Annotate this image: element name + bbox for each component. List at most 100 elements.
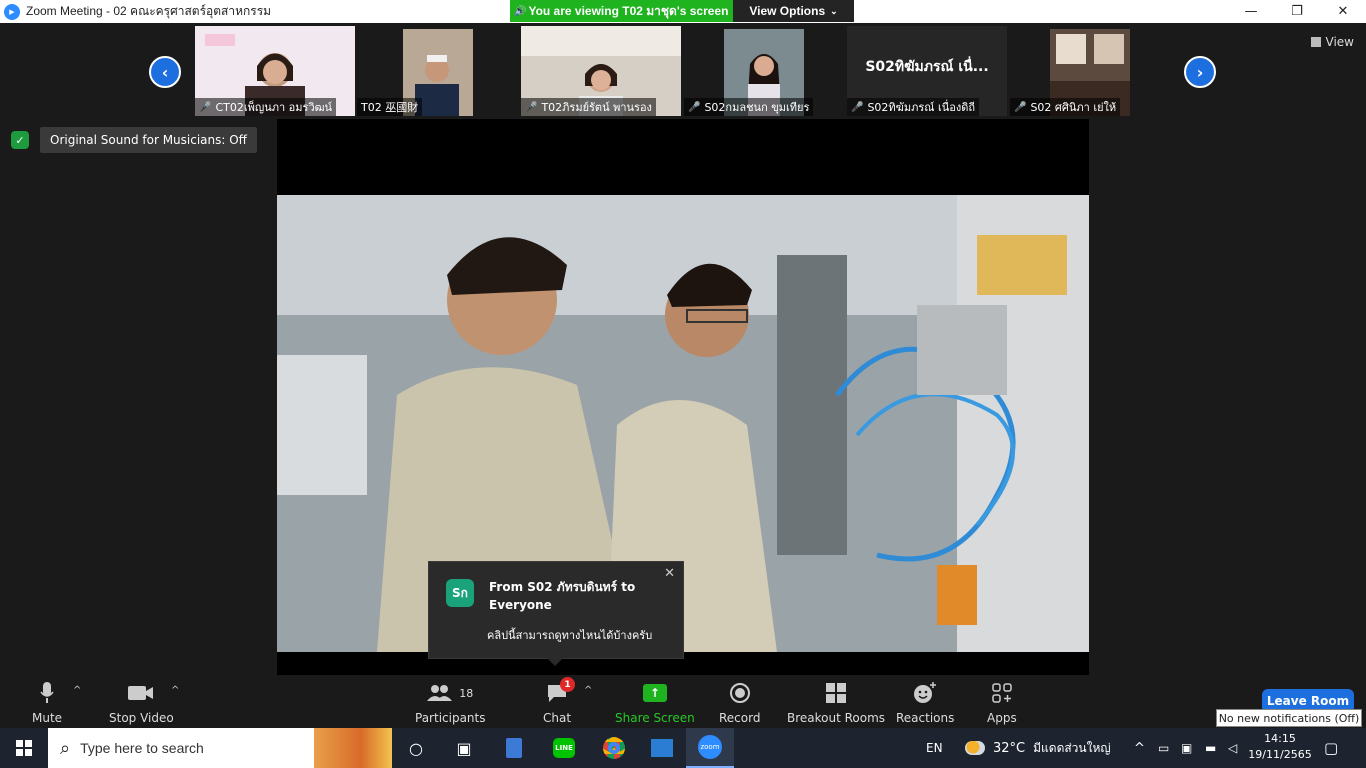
- chevron-up-icon[interactable]: ^: [1134, 728, 1145, 768]
- tile-label: 🎤 S02 ศศินิภา เย่ให้: [1010, 98, 1121, 116]
- search-placeholder: Type here to search: [80, 740, 204, 756]
- chevron-left-icon: ‹: [161, 62, 169, 82]
- timeline-icon[interactable]: ▣: [440, 728, 488, 768]
- mic-muted-icon: 🎤: [851, 101, 864, 113]
- grid-icon: [1310, 37, 1321, 47]
- minimize-button[interactable]: —: [1228, 0, 1274, 23]
- meet-now-icon[interactable]: ▭: [1158, 728, 1169, 768]
- search-highlight-image: [314, 728, 392, 768]
- shield-check-icon[interactable]: ✓: [11, 131, 29, 149]
- weather-widget[interactable]: 32°C มีแดดส่วนใหญ่: [965, 728, 1111, 768]
- mute-options-caret[interactable]: ^: [73, 685, 81, 696]
- participant-tile[interactable]: 🎤 S02 ศศินิภา เย่ให้: [1010, 26, 1170, 116]
- view-options-label: View Options: [749, 4, 826, 18]
- chat-sender: From S02 ภัทรบดินทร์ to Everyone: [489, 580, 636, 612]
- breakout-rooms-label: Breakout Rooms: [787, 711, 886, 725]
- reactions-button[interactable]: Reactions: [896, 681, 954, 725]
- tile-label: 🎤 S02ทิฆัมภรณ์ เนื่องดิถี: [847, 98, 980, 116]
- search-icon: ⌕: [60, 737, 71, 758]
- taskbar-search-box[interactable]: ⌕ Type here to search: [48, 728, 392, 768]
- breakout-rooms-button[interactable]: Breakout Rooms: [787, 681, 885, 725]
- photos-app-icon[interactable]: [638, 728, 686, 768]
- calculator-app-icon[interactable]: [490, 728, 538, 768]
- volume-icon[interactable]: ◁: [1228, 728, 1237, 768]
- participants-button[interactable]: 18 Participants: [415, 681, 486, 725]
- zoom-app-icon: ▶: [4, 3, 20, 20]
- share-screen-button[interactable]: ↑ Share Screen: [615, 681, 695, 725]
- chat-bubble-icon: 1: [546, 677, 576, 705]
- participant-name: S02 ศศินิภา เย่ให้: [1030, 101, 1117, 114]
- notification-tooltip: No new notifications (Off): [1216, 709, 1362, 727]
- chat-message: คลิปนี้สามารถดูทางไหนได้บ้างครับ: [487, 629, 653, 642]
- view-label: View: [1325, 35, 1354, 49]
- tile-label: T02 巫國財: [357, 98, 423, 116]
- mute-label: Mute: [32, 711, 63, 725]
- tile-label: 🎤 CT02เพ็ญนภา อมรวิฒน์: [195, 98, 337, 116]
- mic-muted-icon: 🎤: [525, 101, 538, 113]
- sun-cloud-icon: [965, 741, 985, 755]
- chevron-down-icon: ⌄: [830, 5, 838, 16]
- record-button[interactable]: Record: [719, 681, 760, 725]
- video-options-caret[interactable]: ^: [171, 685, 179, 696]
- participant-tile[interactable]: S02ทิฆัมภรณ์ เนื่... 🎤 S02ทิฆัมภรณ์ เนื่…: [847, 26, 1007, 116]
- smiley-add-icon: [913, 681, 937, 705]
- close-window-button[interactable]: ✕: [1320, 0, 1366, 23]
- stop-video-label: Stop Video: [109, 711, 174, 725]
- participant-name: S02ทิฆัมภรณ์ เนื่องดิถี: [867, 101, 976, 114]
- microphone-icon: [40, 681, 54, 705]
- participant-big-name: S02ทิฆัมภรณ์ เนื่...: [865, 59, 989, 75]
- filmstrip-next-button[interactable]: ›: [1184, 56, 1216, 88]
- clock-time: 14:15: [1264, 732, 1296, 745]
- record-icon: [729, 681, 751, 705]
- breakout-rooms-icon: [825, 681, 847, 705]
- participant-name: S02กมลชนก ขุมเทียร: [704, 101, 810, 114]
- chat-notification[interactable]: Sก From S02 ภัทรบดินทร์ to Everyone คลิป…: [428, 561, 684, 666]
- input-language[interactable]: EN: [926, 728, 943, 768]
- original-sound-status[interactable]: Original Sound for Musicians: Off: [40, 127, 257, 153]
- viewing-banner-text: You are viewing T02 มาชุด's screen: [528, 3, 729, 18]
- participants-count: 18: [459, 686, 474, 700]
- chevron-right-icon: ›: [1196, 62, 1204, 82]
- share-screen-label: Share Screen: [615, 711, 695, 725]
- weather-temperature: 32°C: [993, 740, 1026, 756]
- participant-name: CT02เพ็ญนภา อมรวิฒน์: [215, 101, 333, 114]
- stop-video-button[interactable]: Stop Video: [109, 681, 174, 725]
- viewing-screen-banner: 🔊 You are viewing T02 มาชุด's screen: [510, 0, 733, 22]
- share-screen-icon: ↑: [642, 681, 667, 705]
- close-icon[interactable]: ✕: [664, 566, 675, 581]
- mute-button[interactable]: Mute: [32, 681, 62, 725]
- apps-button[interactable]: Apps: [987, 681, 1017, 725]
- participant-tile[interactable]: T02 巫國財: [357, 26, 517, 116]
- participant-tile[interactable]: 🎤 T02ภิรมย์รัตน์ พานรอง: [521, 26, 681, 116]
- task-view-icon[interactable]: ○: [392, 728, 440, 768]
- chat-unread-badge: 1: [560, 677, 576, 692]
- participant-name: T02 巫國財: [361, 101, 419, 114]
- chat-button[interactable]: 1 Chat: [543, 677, 576, 725]
- notification-center-icon[interactable]: ▢: [1324, 728, 1338, 768]
- apps-icon: [992, 681, 1012, 705]
- view-options-button[interactable]: View Options ⌄: [733, 0, 854, 22]
- participant-filmstrip: ‹ 🎤 CT02เพ็ญนภา อมรวิฒน์ T02 巫國財 🎤 T02ภิ…: [0, 23, 1366, 119]
- reactions-label: Reactions: [896, 711, 955, 725]
- line-app-icon[interactable]: LINE: [540, 728, 588, 768]
- participant-tile[interactable]: 🎤 CT02เพ็ญนภา อมรวิฒน์: [195, 26, 355, 116]
- filmstrip-prev-button[interactable]: ‹: [149, 56, 181, 88]
- battery-icon[interactable]: ▬: [1205, 728, 1216, 768]
- chrome-app-icon[interactable]: [590, 728, 638, 768]
- chat-label: Chat: [543, 711, 572, 725]
- participants-icon: 18: [427, 681, 473, 705]
- mic-muted-icon: 🎤: [199, 101, 212, 113]
- windows-logo-icon: [16, 740, 32, 756]
- participant-tile[interactable]: 🎤 S02กมลชนก ขุมเทียร: [684, 26, 844, 116]
- mic-muted-icon: 🎤: [1014, 101, 1027, 113]
- chat-options-caret[interactable]: ^: [584, 685, 592, 696]
- zoom-taskbar-icon[interactable]: zoom: [686, 728, 734, 768]
- window-title: Zoom Meeting - 02 คณะครุศาสตร์อุตสาหกรรม: [26, 4, 272, 18]
- participant-name: T02ภิรมย์รัตน์ พานรอง: [541, 101, 652, 114]
- taskbar-clock[interactable]: 14:15 19/11/2565: [1248, 731, 1312, 763]
- windows-start-button[interactable]: [0, 728, 48, 768]
- camera-tray-icon[interactable]: ▣: [1181, 728, 1192, 768]
- record-label: Record: [719, 711, 761, 725]
- restore-button[interactable]: ❐: [1274, 0, 1320, 23]
- view-layout-button[interactable]: View: [1310, 35, 1354, 49]
